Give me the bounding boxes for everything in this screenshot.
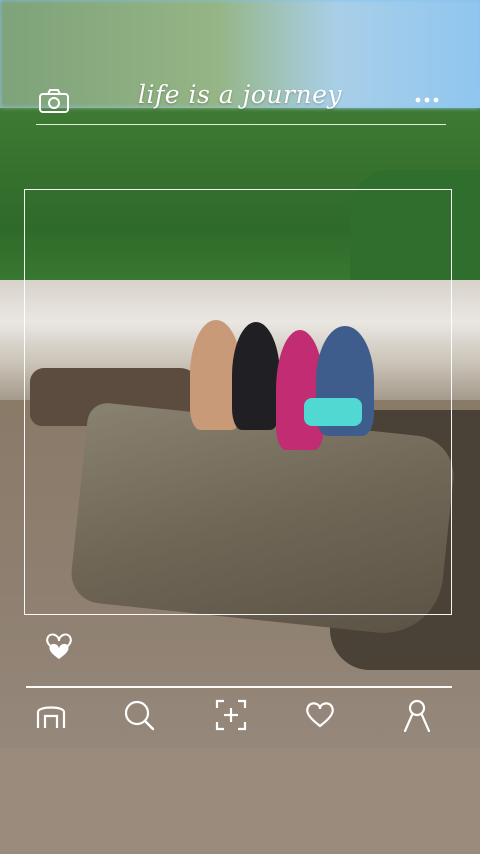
nav-divider — [26, 686, 452, 688]
bottom-nav — [0, 692, 480, 744]
profile-icon[interactable] — [400, 698, 434, 732]
heart-icon[interactable] — [303, 698, 337, 732]
app-title: life is a journey — [138, 80, 342, 109]
search-icon[interactable] — [122, 698, 156, 732]
more-dots-icon[interactable] — [414, 90, 440, 110]
photo-frame[interactable] — [24, 189, 452, 615]
home-icon[interactable] — [34, 698, 68, 732]
top-bar: life is a journey — [0, 78, 480, 122]
add-post-icon[interactable] — [214, 698, 248, 732]
bottom-blur-area — [0, 748, 480, 854]
header-divider — [36, 124, 446, 125]
heart-icon[interactable] — [42, 627, 76, 665]
